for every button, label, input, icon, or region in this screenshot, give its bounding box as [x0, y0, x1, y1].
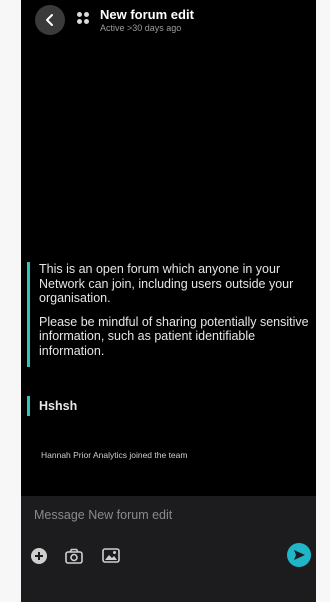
- activity-status: Active >30 days ago: [100, 23, 182, 33]
- forum-notice: This is an open forum which anyone in yo…: [27, 262, 311, 367]
- group-icon: [77, 12, 91, 26]
- image-icon[interactable]: [102, 548, 120, 563]
- message-bubble[interactable]: Hshsh: [27, 396, 77, 416]
- system-message: Hannah Prior Analytics joined the team: [41, 450, 188, 460]
- send-button[interactable]: [287, 543, 311, 567]
- forum-screen: New forum edit Active >30 days ago This …: [21, 0, 316, 602]
- send-icon: [294, 550, 305, 560]
- notice-text-2: Please be mindful of sharing potentially…: [39, 314, 309, 358]
- back-button[interactable]: [35, 5, 65, 35]
- plus-icon[interactable]: [31, 548, 47, 564]
- forum-title[interactable]: New forum edit: [100, 7, 194, 22]
- composer: Message New forum edit: [21, 496, 316, 602]
- chevron-left-icon: [46, 14, 53, 26]
- header: New forum edit Active >30 days ago: [21, 0, 316, 46]
- camera-icon[interactable]: [65, 548, 83, 564]
- message-input[interactable]: Message New forum edit: [34, 508, 172, 522]
- notice-text-1: This is an open forum which anyone in yo…: [39, 262, 294, 305]
